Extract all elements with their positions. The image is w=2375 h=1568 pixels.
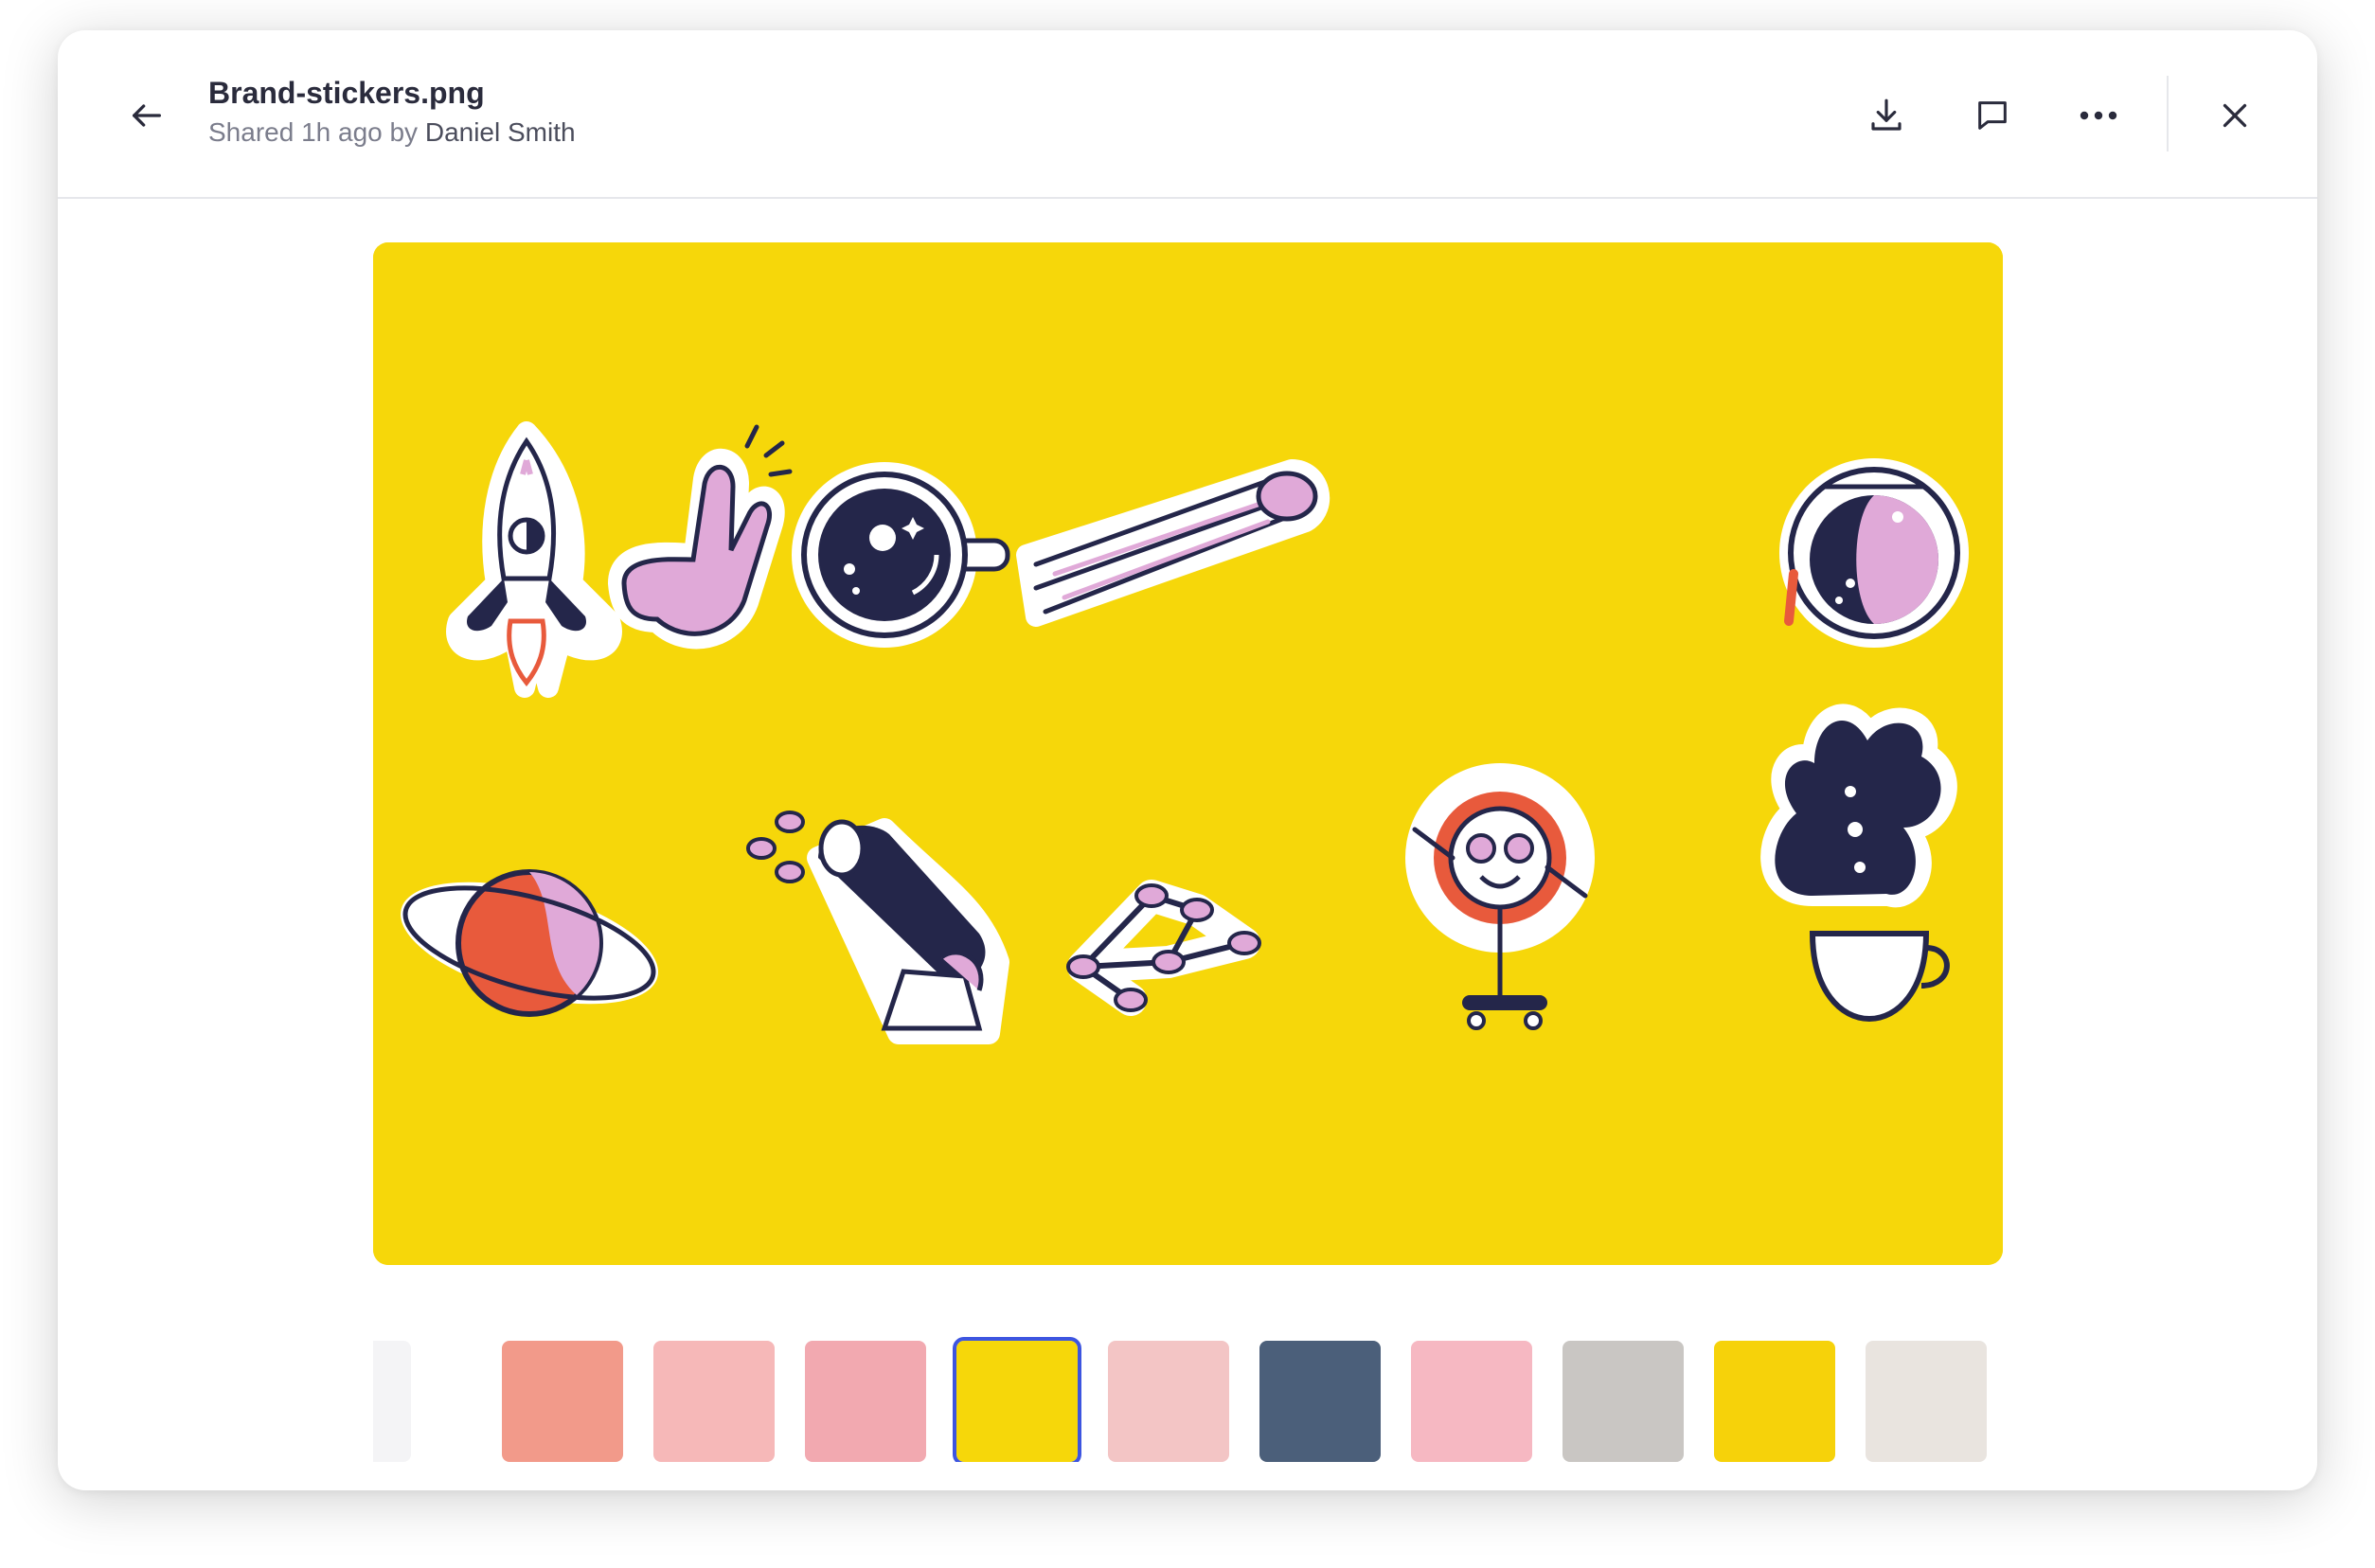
arrow-left-icon (133, 104, 161, 127)
file-preview-modal: Brand-stickers.png Shared 1h ago by Dani… (58, 30, 2317, 1490)
thumbnail-street-photo[interactable] (1562, 1341, 1684, 1462)
share-info-prefix: Shared 1h ago by (208, 117, 419, 147)
comment-button[interactable] (1964, 89, 2021, 142)
thumbnail-kettle[interactable] (805, 1341, 926, 1462)
image-preview (373, 242, 2003, 1265)
stickers-artwork (373, 242, 2003, 1265)
toolbar-divider (2167, 76, 2169, 151)
preview-header: Brand-stickers.png Shared 1h ago by Dani… (58, 30, 2317, 199)
more-options-button[interactable] (2070, 89, 2127, 142)
comment-icon (1978, 101, 2007, 130)
thumbnail-strip[interactable] (373, 1310, 2003, 1462)
thumbnail-yellow-pour[interactable] (1714, 1341, 1835, 1462)
thumbnail-product-hands[interactable] (1866, 1341, 1987, 1462)
download-button[interactable] (1858, 89, 1915, 142)
thumbnail-pink-bags[interactable] (653, 1341, 775, 1462)
file-name: Brand-stickers.png (208, 76, 485, 110)
thumbnail-confetti[interactable] (502, 1341, 623, 1462)
thumbnail-brand-stickers[interactable] (953, 1337, 1081, 1462)
thumbnail-partial[interactable] (373, 1341, 411, 1462)
more-horizontal-icon (2080, 111, 2117, 120)
download-icon (1871, 98, 1902, 131)
close-button[interactable] (2206, 89, 2263, 142)
share-info: Shared 1h ago by Daniel Smith (208, 117, 576, 148)
close-icon (2223, 103, 2247, 128)
thumbnail-brochure[interactable] (1108, 1341, 1229, 1462)
thumbnail-coffee-bags[interactable] (1411, 1341, 1532, 1462)
thumbnail-denim-jacket[interactable] (1259, 1341, 1381, 1462)
back-button[interactable] (120, 89, 173, 142)
share-author: Daniel Smith (424, 117, 576, 147)
astronaut-helmet-sticker (1779, 458, 1969, 648)
